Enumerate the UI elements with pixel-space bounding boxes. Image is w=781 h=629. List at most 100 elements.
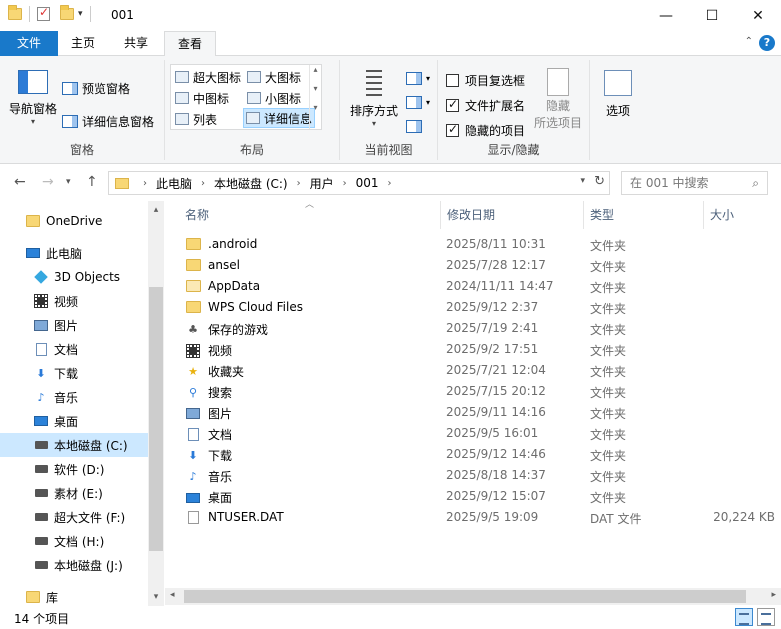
back-button[interactable]: ← (14, 174, 26, 190)
nav-item-libraries[interactable]: 库 (0, 585, 148, 606)
search-input[interactable]: 在 001 中搜索 ⌕ (621, 171, 768, 195)
nav-item-this-pc[interactable]: 此电脑 (0, 241, 148, 265)
file-extensions-toggle[interactable]: 文件扩展名 (446, 97, 525, 114)
forward-button[interactable]: → (42, 174, 54, 190)
help-icon[interactable]: ? (759, 35, 775, 51)
scroll-down-icon[interactable]: ▾ (148, 592, 164, 602)
layout-medium-icons[interactable]: 中图标 (173, 88, 231, 108)
sort-by-button[interactable]: 排序方式 ▾ (346, 68, 402, 128)
tab-file[interactable]: 文件 (0, 31, 58, 56)
tab-home[interactable]: 主页 (58, 31, 108, 56)
table-row[interactable]: 视频 2025/9/2 17:51 文件夹 (179, 339, 775, 360)
nav-item-downloads[interactable]: ⬇ 下载 (0, 361, 148, 385)
address-dropdown-icon[interactable]: ▾ (580, 176, 585, 186)
layout-extra-large-icons[interactable]: 超大图标 (173, 67, 243, 87)
new-folder-icon[interactable] (60, 5, 74, 20)
chevron-right-icon[interactable]: › (293, 178, 305, 189)
layout-gallery-scroll[interactable]: ▴ ▾ ▾ (309, 65, 321, 129)
nav-item-e-drive[interactable]: 素材 (E:) (0, 481, 148, 505)
nav-item-onedrive[interactable]: OneDrive (0, 209, 148, 233)
layout-large-icons[interactable]: 大图标 (245, 67, 303, 87)
file-extensions-checkbox[interactable] (446, 97, 459, 112)
music-icon: ♪ (189, 470, 197, 483)
column-header-date[interactable]: 修改日期 (441, 201, 584, 229)
nav-item-j-drive[interactable]: 本地磁盘 (J:) (0, 553, 148, 577)
nav-item-videos[interactable]: 视频 (0, 289, 148, 313)
nav-item-3d-objects[interactable]: 3D Objects (0, 265, 148, 289)
tab-share[interactable]: 共享 (110, 31, 162, 56)
nav-item-f-drive[interactable]: 超大文件 (F:) (0, 505, 148, 529)
table-row[interactable]: AppData 2024/11/11 14:47 文件夹 (179, 276, 775, 297)
hidden-items-checkbox[interactable] (446, 122, 459, 137)
refresh-icon[interactable]: ↻ (594, 174, 605, 189)
more-icon[interactable]: ▾ (310, 103, 321, 112)
table-row[interactable]: WPS Cloud Files 2025/9/12 2:37 文件夹 (179, 297, 775, 318)
scroll-left-icon[interactable]: ◂ (170, 590, 175, 600)
layout-list[interactable]: 列表 (173, 109, 219, 129)
breadcrumb-this-pc[interactable]: 此电脑 (151, 175, 197, 192)
table-row[interactable]: ⚲ 搜索 2025/7/15 20:12 文件夹 (179, 381, 775, 402)
item-checkboxes-toggle[interactable]: 项目复选框 (446, 72, 525, 89)
preview-pane-button[interactable]: 预览窗格 (62, 80, 130, 97)
collapse-ribbon-icon[interactable]: ⌃ (745, 36, 753, 47)
hide-selected-button[interactable]: 隐藏 所选项目 (534, 68, 582, 132)
file-list-horizontal-scrollbar[interactable]: ◂ ▸ (165, 588, 781, 605)
column-header-size[interactable]: 大小 (704, 201, 774, 229)
table-row[interactable]: 文档 2025/9/5 16:01 文件夹 (179, 423, 775, 444)
layout-small-icons[interactable]: 小图标 (245, 88, 303, 108)
breadcrumb-c-drive[interactable]: 本地磁盘 (C:) (209, 175, 293, 192)
recent-locations-icon[interactable]: ▾ (66, 177, 71, 187)
add-columns-button[interactable]: ▾ (406, 96, 430, 109)
quick-access-toolbar: ▾ (8, 5, 94, 22)
column-header-name[interactable]: 名称 (179, 201, 441, 229)
tab-view[interactable]: 查看 (164, 31, 216, 57)
nav-item-pictures[interactable]: 图片 (0, 313, 148, 337)
table-row[interactable]: ♪ 音乐 2025/8/18 14:37 文件夹 (179, 465, 775, 486)
nav-item-d-drive[interactable]: 软件 (D:) (0, 457, 148, 481)
chevron-right-icon[interactable]: › (339, 178, 351, 189)
table-row[interactable]: ansel 2025/7/28 12:17 文件夹 (179, 255, 775, 276)
nav-item-c-drive[interactable]: 本地磁盘 (C:) (0, 433, 148, 457)
chevron-right-icon[interactable]: › (384, 178, 396, 189)
table-row[interactable]: ♣ 保存的游戏 2025/7/19 2:41 文件夹 (179, 318, 775, 339)
layout-details[interactable]: 详细信息 (243, 108, 316, 128)
table-row[interactable]: 桌面 2025/9/12 15:07 文件夹 (179, 486, 775, 507)
details-pane-button[interactable]: 详细信息窗格 (62, 113, 154, 130)
breadcrumb-users[interactable]: 用户 (305, 175, 339, 192)
options-button[interactable]: 选项 (598, 70, 638, 119)
column-header-type[interactable]: 类型 (584, 201, 704, 229)
address-bar[interactable]: › 此电脑 › 本地磁盘 (C:) › 用户 › 001 › ▾ ↻ (108, 171, 610, 195)
size-columns-button[interactable] (406, 120, 422, 133)
chevron-up-icon[interactable]: ▴ (310, 65, 321, 74)
details-view-button[interactable] (735, 608, 753, 626)
large-icons-view-button[interactable] (757, 608, 775, 626)
chevron-down-icon[interactable]: ▾ (310, 84, 321, 93)
hidden-items-toggle[interactable]: 隐藏的项目 (446, 122, 525, 139)
scroll-thumb[interactable] (184, 590, 746, 603)
item-checkboxes-checkbox[interactable] (446, 74, 459, 87)
nav-item-desktop[interactable]: 桌面 (0, 409, 148, 433)
scroll-thumb[interactable] (149, 287, 163, 551)
navigation-pane-button[interactable]: 导航窗格 ▾ (8, 70, 58, 126)
minimize-button[interactable]: — (643, 0, 689, 31)
properties-icon[interactable] (37, 5, 50, 21)
table-row[interactable]: ⬇ 下载 2025/9/12 14:46 文件夹 (179, 444, 775, 465)
scroll-up-icon[interactable]: ▴ (148, 205, 164, 215)
table-row[interactable]: ★ 收藏夹 2025/7/21 12:04 文件夹 (179, 360, 775, 381)
nav-item-music[interactable]: ♪ 音乐 (0, 385, 148, 409)
breadcrumb-001[interactable]: 001 (351, 176, 384, 190)
table-row[interactable]: 图片 2025/9/11 14:16 文件夹 (179, 402, 775, 423)
customize-dropdown-icon[interactable]: ▾ (78, 9, 83, 19)
close-button[interactable]: ✕ (735, 0, 781, 31)
up-button[interactable]: ↑ (86, 174, 98, 190)
nav-pane-scrollbar[interactable]: ▴ ▾ (148, 201, 164, 606)
nav-item-documents[interactable]: 文档 (0, 337, 148, 361)
table-row[interactable]: .android 2025/8/11 10:31 文件夹 (179, 234, 775, 255)
nav-item-h-drive[interactable]: 文档 (H:) (0, 529, 148, 553)
chevron-right-icon[interactable]: › (197, 178, 209, 189)
chevron-right-icon[interactable]: › (139, 178, 151, 189)
group-by-button[interactable]: ▾ (406, 72, 430, 85)
scroll-right-icon[interactable]: ▸ (771, 590, 776, 600)
table-row[interactable]: NTUSER.DAT 2025/9/5 19:09 DAT 文件 20,224 … (179, 507, 775, 528)
maximize-button[interactable]: ☐ (689, 0, 735, 31)
